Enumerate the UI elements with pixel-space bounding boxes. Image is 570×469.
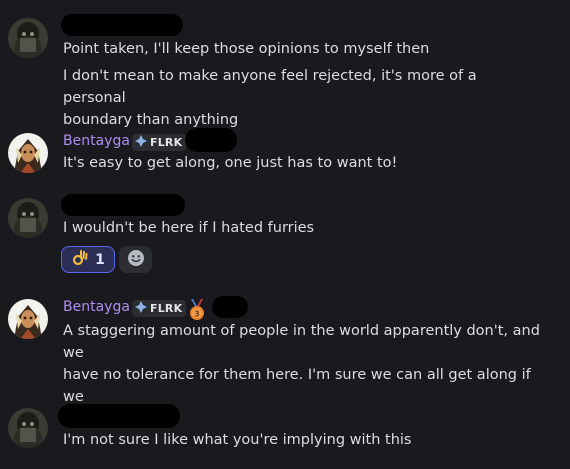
message-text: I'm not sure I like what you're implying… bbox=[63, 432, 412, 448]
user-avatar[interactable] bbox=[8, 299, 48, 339]
redacted-username bbox=[61, 194, 185, 216]
user-avatar[interactable] bbox=[8, 198, 48, 238]
user-avatar[interactable] bbox=[8, 408, 48, 448]
redacted-timestamp bbox=[185, 128, 237, 152]
redacted-timestamp bbox=[212, 296, 248, 318]
message-text: Point taken, I'll keep those opinions to… bbox=[63, 41, 430, 57]
user-avatar[interactable] bbox=[8, 18, 48, 58]
server-tag[interactable]: FLRK bbox=[132, 134, 187, 151]
username[interactable]: Bentayga bbox=[63, 133, 130, 149]
redacted-username bbox=[58, 404, 180, 428]
redacted-username bbox=[61, 14, 183, 36]
reaction-ok-hand[interactable]: 1 bbox=[61, 246, 115, 273]
server-tag-label: FLRK bbox=[150, 302, 183, 315]
server-tag-label: FLRK bbox=[150, 136, 183, 149]
username[interactable]: Bentayga bbox=[63, 299, 130, 315]
medal-number: 3 bbox=[194, 310, 200, 319]
ok-hand-icon bbox=[71, 249, 89, 271]
add-reaction-button[interactable] bbox=[119, 246, 152, 273]
message-text: I don't mean to make anyone feel rejecte… bbox=[63, 68, 477, 128]
medal-badge-icon[interactable]: 3 bbox=[187, 299, 207, 321]
message-text: I wouldn't be here if I hated furries bbox=[63, 220, 315, 236]
reaction-count: 1 bbox=[95, 251, 105, 268]
smiley-icon bbox=[127, 249, 145, 271]
clan-diamond-icon bbox=[135, 135, 147, 150]
user-avatar[interactable] bbox=[8, 133, 48, 173]
server-tag[interactable]: FLRK bbox=[132, 300, 187, 317]
clan-diamond-icon bbox=[135, 301, 147, 316]
message-text: It's easy to get along, one just has to … bbox=[63, 155, 398, 171]
